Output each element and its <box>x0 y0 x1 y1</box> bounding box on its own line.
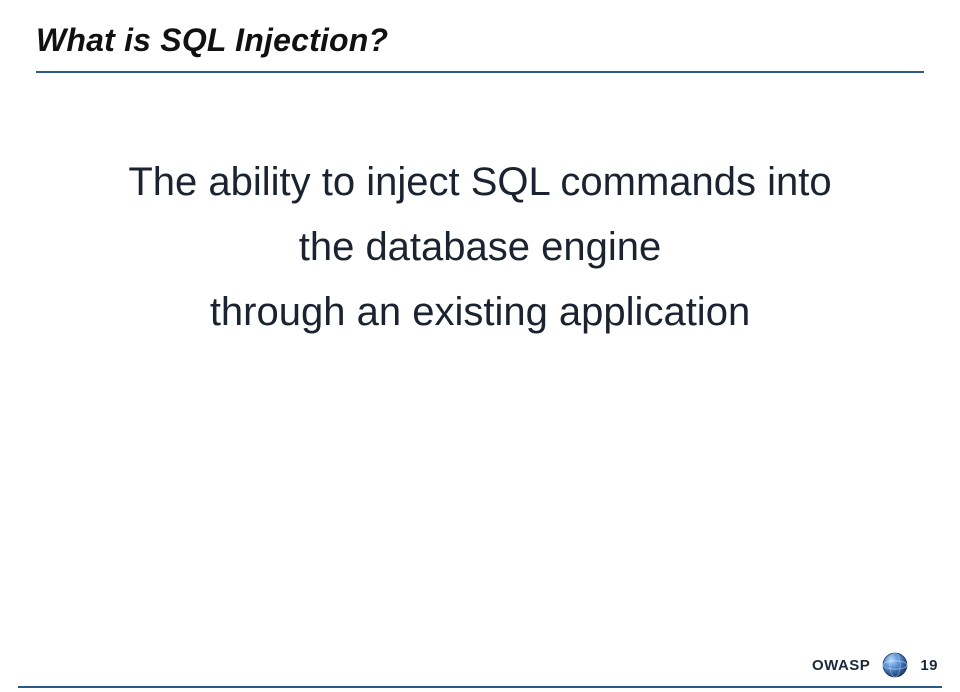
footer-page-number: 19 <box>920 657 938 674</box>
slide: What is SQL Injection? The ability to in… <box>0 0 960 692</box>
footer-org-label: OWASP <box>812 657 870 674</box>
body-line-1: The ability to inject SQL commands into <box>0 150 960 215</box>
body-line-3: through an existing application <box>0 280 960 345</box>
body-line-2: the database engine <box>0 215 960 280</box>
slide-body: The ability to inject SQL commands into … <box>0 150 960 344</box>
slide-title: What is SQL Injection? <box>36 22 388 59</box>
footer-divider <box>18 686 942 688</box>
title-divider <box>36 71 924 73</box>
slide-footer: OWASP 19 <box>812 652 938 678</box>
owasp-logo-icon <box>882 652 908 678</box>
